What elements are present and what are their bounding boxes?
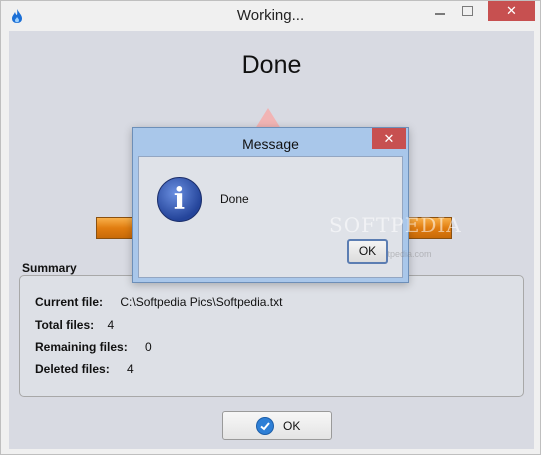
remaining-files-label: Remaining files:: [35, 340, 128, 354]
window-title: Working...: [236, 7, 305, 24]
minimize-button[interactable]: [435, 13, 445, 15]
total-files-value: 4: [107, 318, 115, 332]
remaining-files-value: 0: [145, 340, 152, 354]
current-file-value: C:\Softpedia Pics\Softpedia.txt: [120, 295, 283, 309]
maximize-button[interactable]: [462, 6, 473, 16]
ok-button[interactable]: OK: [222, 411, 332, 440]
current-file-label: Current file:: [35, 295, 104, 309]
current-file-row: Current file: C:\Softpedia Pics\Softpedi…: [35, 295, 282, 309]
ok-button-label: OK: [283, 419, 301, 433]
deleted-files-label: Deleted files:: [35, 362, 110, 376]
dialog-body: i Done SOFTPEDIA www.softpedia.com OK: [138, 156, 461, 278]
remaining-files-row: Remaining files: 0: [35, 340, 152, 354]
total-files-row: Total files: 4: [35, 318, 114, 332]
info-icon: i: [157, 177, 202, 222]
dialog-close-button[interactable]: ✕: [372, 128, 406, 149]
summary-label: Summary: [22, 261, 77, 275]
main-window: Working... ✕ Done Summary Current file: …: [0, 0, 541, 455]
dialog-ok-button[interactable]: OK: [347, 239, 388, 264]
status-heading: Done: [241, 51, 302, 79]
summary-panel: Current file: C:\Softpedia Pics\Softpedi…: [19, 275, 524, 397]
total-files-label: Total files:: [35, 318, 95, 332]
dialog-message: Done: [220, 192, 249, 206]
checkmark-icon: [256, 417, 274, 435]
close-button[interactable]: ✕: [488, 1, 535, 21]
message-dialog: Message ✕ i Done SOFTPEDIA www.softpedia…: [132, 127, 461, 283]
dialog-title: Message: [242, 136, 299, 152]
title-bar: Working... ✕: [1, 1, 540, 31]
watermark: SOFTPEDIA: [329, 213, 462, 237]
deleted-files-row: Deleted files: 4: [35, 362, 134, 376]
deleted-files-value: 4: [127, 362, 134, 376]
